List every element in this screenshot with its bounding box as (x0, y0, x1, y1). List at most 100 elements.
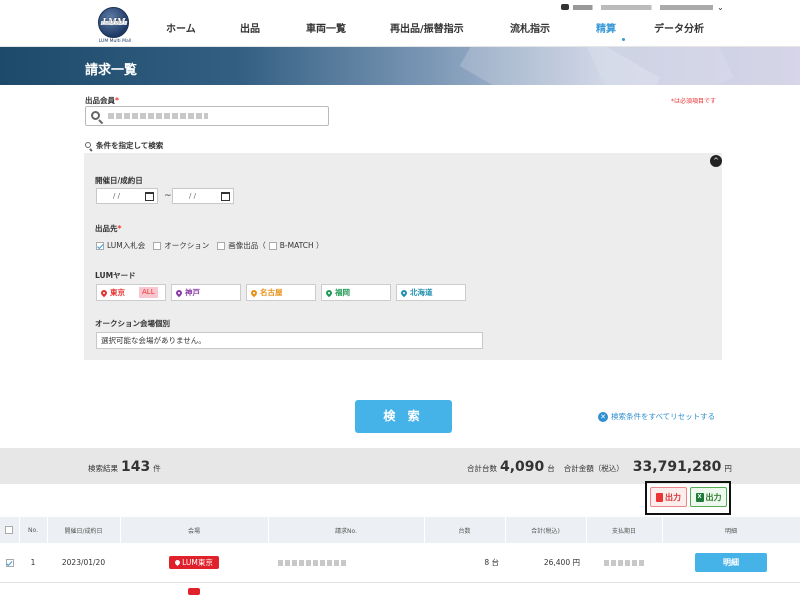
nav-listing[interactable]: 出品 (240, 0, 306, 47)
yard-fukuoka[interactable]: 福岡 (321, 284, 391, 301)
logo-mark: LMM (102, 16, 126, 26)
excel-icon: X (695, 492, 704, 502)
yard-label-text: 名古屋 (260, 288, 283, 297)
dest-lum-auction[interactable]: LUM入札会 (96, 240, 145, 251)
due-date-redacted (604, 559, 644, 566)
user-menu[interactable]: ⌄ (561, 2, 724, 12)
calendar-icon[interactable] (221, 192, 230, 201)
calendar-icon[interactable] (145, 192, 154, 201)
condition-toggle-label: 条件を指定して検索 (96, 141, 164, 150)
header-total[interactable]: 合計(税込) (505, 517, 587, 543)
dest-label: B-MATCH ） (279, 241, 324, 250)
yard-tokyo[interactable]: 東京 ALL (96, 284, 166, 301)
map-pin-icon (174, 288, 184, 297)
search-icon (85, 141, 93, 151)
nav-home[interactable]: ホーム (146, 0, 240, 47)
row-select[interactable] (0, 543, 19, 583)
logo-text: LUM Multi Mall (98, 39, 132, 44)
yard-label-text: 神戸 (185, 288, 200, 297)
reset-conditions-link[interactable]: ✕ 検索条件をすべてリセットする (598, 411, 715, 422)
row-venue: LUM東京 (120, 543, 268, 583)
search-button[interactable]: 検 索 (355, 400, 452, 433)
pdf-export-button[interactable]: 出力 (650, 487, 687, 507)
row-total (505, 582, 586, 600)
dest-image-listing[interactable]: 画像出品（ (217, 240, 266, 251)
dest-b-match[interactable]: B-MATCH ） (268, 240, 324, 251)
destination-label: 出品先* (95, 223, 121, 234)
checkbox-checked[interactable] (96, 241, 104, 250)
date-from-input[interactable]: / / (96, 188, 158, 204)
row-invoice-no (268, 543, 424, 583)
venue-select[interactable]: 選択可能な会場がありません。 (96, 332, 483, 349)
required-mark: * (117, 224, 122, 233)
chevron-down-icon: ⌄ (717, 2, 724, 12)
yard-hokkaido[interactable]: 北海道 (396, 284, 466, 301)
excel-export-label: 出力 (705, 492, 722, 502)
result-count-unit: 件 (153, 464, 161, 473)
checkbox[interactable] (153, 241, 162, 250)
header-due-date[interactable]: 支払期日 (586, 517, 663, 543)
site-logo[interactable]: LMM LUM Multi Mall (94, 7, 134, 45)
invoice-table: No. 開催日/成約日 会場 請求No. 台数 合計(税込) 支払期日 明細 1… (0, 517, 800, 600)
member-search-input[interactable] (85, 106, 329, 126)
venue-badge: LUM東京 (169, 555, 219, 569)
dest-auction[interactable]: オークション (153, 240, 209, 251)
nav-relist[interactable]: 再出品/振替指示 (390, 0, 510, 47)
date-label: 開催日/成約日 (95, 176, 143, 185)
pdf-icon (656, 492, 663, 502)
venue-badge (188, 587, 200, 595)
member-value-redacted (108, 113, 208, 119)
total-amount-label: 合計金額（税込） (563, 464, 624, 473)
header-detail: 明細 (662, 517, 800, 543)
header-select-all[interactable] (0, 517, 20, 543)
user-icon (561, 4, 569, 10)
total-units-label: 合計台数 (467, 464, 497, 473)
header-invoice-no[interactable]: 請求No. (268, 517, 425, 543)
all-badge[interactable]: ALL (139, 287, 158, 298)
excel-export-button[interactable]: X 出力 (690, 487, 727, 507)
chevron-up-icon[interactable]: ^ (710, 155, 722, 167)
total-units-value: 4,090 (500, 459, 545, 475)
header-date[interactable]: 開催日/成約日 (47, 517, 121, 543)
venue-label: オークション会場個別 (95, 319, 170, 328)
row-invoice-no (268, 582, 424, 600)
header-venue[interactable]: 会場 (120, 517, 269, 543)
row-select (0, 582, 19, 600)
checkbox[interactable] (268, 241, 277, 250)
yard-nagoya[interactable]: 名古屋 (246, 284, 316, 301)
date-range-separator: ~ (164, 191, 172, 201)
required-mark: * (115, 96, 119, 105)
yard-label-text: 福岡 (335, 288, 350, 297)
result-count-value: 143 (121, 459, 151, 475)
header-units[interactable]: 台数 (424, 517, 506, 543)
checkbox[interactable] (217, 241, 226, 250)
map-pin-icon (324, 288, 334, 297)
nav-vehicle-list[interactable]: 車両一覧 (306, 0, 390, 47)
date-to-value: / / (189, 192, 196, 200)
header-no[interactable]: No. (19, 517, 48, 543)
condition-search-toggle[interactable]: 条件を指定して検索 (85, 140, 163, 151)
total-units-unit: 台 (547, 464, 555, 473)
total-amount-unit: 円 (724, 464, 732, 473)
checkbox-checked[interactable] (5, 558, 14, 567)
detail-button[interactable]: 明細 (695, 552, 767, 572)
required-note: *は必須項目です (671, 98, 717, 105)
result-count: 検索結果 143 件 (88, 459, 161, 475)
row-total: 26,400 円 (505, 543, 586, 583)
checkbox[interactable] (5, 526, 14, 534)
date-to-input[interactable]: / / (172, 188, 234, 204)
map-pin-icon (249, 288, 259, 297)
destination-checkboxes: LUM入札会 オークション 画像出品（ B-MATCH ） (96, 240, 332, 251)
row-date (47, 582, 120, 600)
top-header: LMM LUM Multi Mall ホーム 出品 車両一覧 再出品/振替指示 … (0, 0, 800, 47)
row-due-date (586, 543, 662, 583)
yard-label-text: 北海道 (410, 288, 433, 297)
table-row (0, 582, 800, 600)
table-row: 1 2023/01/20 LUM東京 8 台 26,400 円 明細 (0, 543, 800, 583)
result-totals: 合計台数 4,090 台 合計金額（税込） 33,791,280 円 (467, 459, 732, 475)
total-amount-value: 33,791,280 (632, 459, 722, 475)
page-title: 請求一覧 (85, 63, 138, 78)
yard-kobe[interactable]: 神戸 (171, 284, 241, 301)
dest-label: 画像出品（ (228, 241, 266, 250)
row-detail (662, 582, 800, 600)
